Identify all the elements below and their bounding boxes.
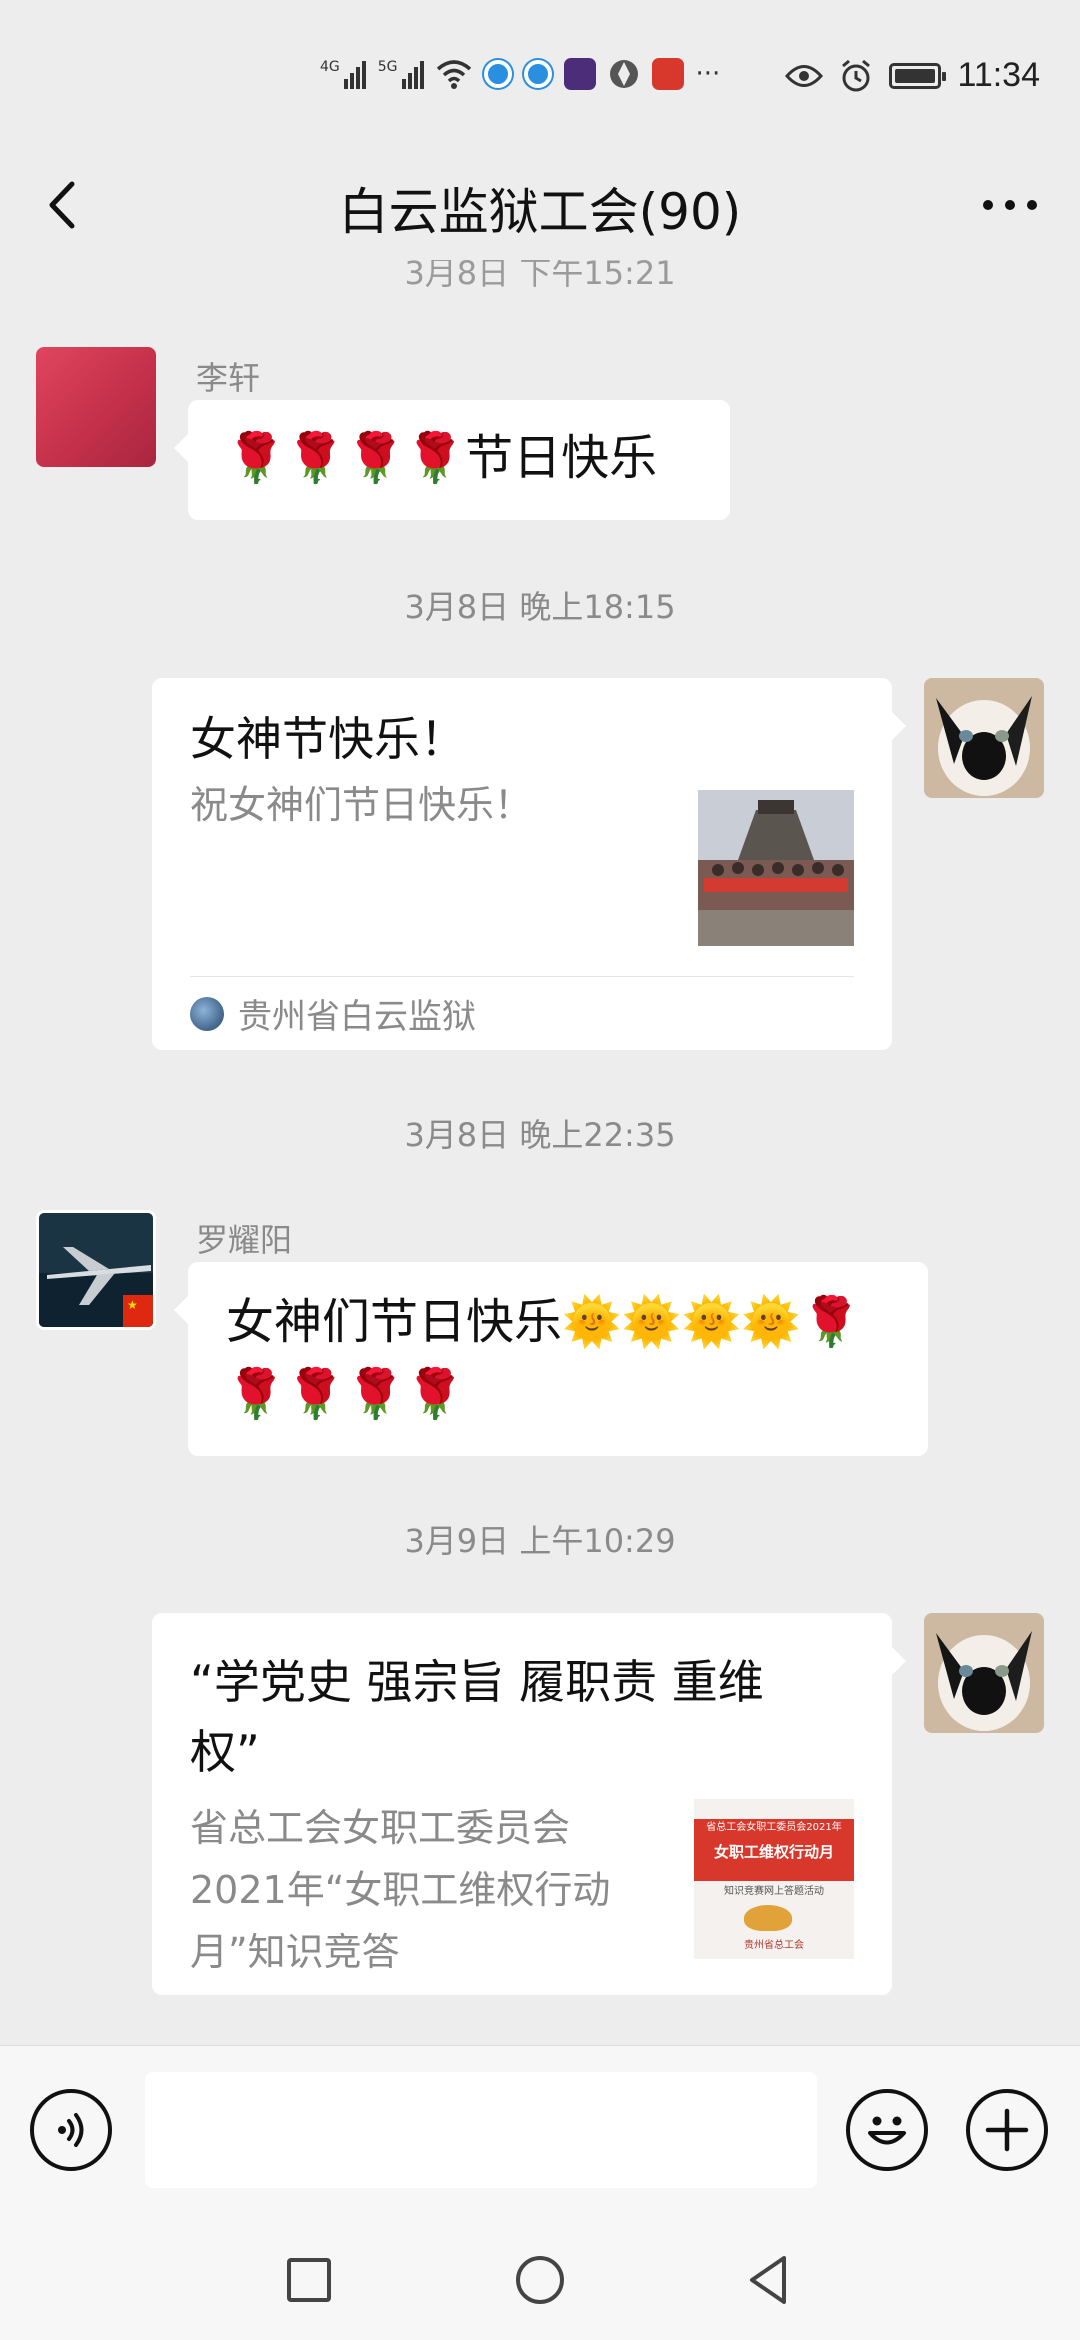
input-bar <box>0 2045 1080 2220</box>
chat-title: 白云监狱工会(90) <box>338 183 742 241</box>
avatar-li-xuan[interactable] <box>36 347 156 467</box>
airplane-avatar-image: ★ <box>39 1213 153 1327</box>
wifi-icon <box>436 60 471 89</box>
cat-avatar-image <box>924 1613 1044 1733</box>
link-card-bubble[interactable]: 女神节快乐！ 祝女神们节日快乐！ 贵州省白云监狱 <box>152 678 906 1050</box>
timestamp: 3月8日 晚上18:15 <box>404 588 676 626</box>
app-notification-icon <box>483 60 512 88</box>
avatar-self-cat[interactable] <box>924 678 1044 798</box>
more-notifications-icon: ··· <box>695 59 721 89</box>
signal-4g-icon: 4G <box>320 59 366 89</box>
status-bar: 4G 5G ··· 11:34 <box>0 0 1080 150</box>
status-time: 11:34 <box>957 56 1040 94</box>
cat-avatar-image <box>924 678 1044 798</box>
card-description: 省总工会女职工委员会2021年“女职工维权行动月”知识竞答 <box>190 1806 611 1974</box>
chat-area[interactable]: 3月8日 下午15:21 李轩 🌹🌹🌹🌹节日快乐 3月8日 晚上18:15 女神… <box>0 260 1080 2045</box>
sender-name: 李轩 <box>196 359 261 397</box>
signal-5g-icon: 5G <box>378 59 424 89</box>
nav-back-button[interactable] <box>740 2250 800 2310</box>
card-thumbnail: 省总工会女职工委员会2021年 女职工维权行动月 知识竞赛网上答题活动 贵州省总… <box>694 1799 854 1959</box>
more-dots-icon <box>983 200 993 210</box>
text-message-bubble[interactable]: 女神们节日快乐🌞🌞🌞🌞🌹 🌹🌹🌹🌹 <box>174 1262 928 1456</box>
title-bar: 白云监狱工会(90) <box>0 150 1080 260</box>
link-card-bubble[interactable]: “学党史 强宗旨 履职责 重维权” 省总工会女职工委员会2021年“女职工维权行… <box>152 1613 906 1995</box>
emoji-button[interactable] <box>846 2089 928 2171</box>
plus-button[interactable] <box>966 2089 1048 2171</box>
system-navigation-bar <box>0 2220 1080 2340</box>
group-photo-image <box>698 790 854 946</box>
thumbnail-sub-text: 知识竞赛网上答题活动 <box>724 1886 824 1897</box>
card-source: 贵州省白云监狱 <box>190 976 854 1050</box>
home-button[interactable] <box>510 2250 570 2310</box>
emblem-icon <box>744 1905 792 1931</box>
timestamp: 3月8日 晚上22:35 <box>404 1116 676 1154</box>
battery-icon <box>889 62 947 89</box>
plus-icon <box>985 2108 1029 2152</box>
signal-4g-label: 4G <box>320 59 340 75</box>
voice-button[interactable] <box>30 2089 112 2171</box>
text-message-bubble[interactable]: 🌹🌹🌹🌹节日快乐 <box>174 400 730 520</box>
news-app-icon <box>651 58 684 90</box>
message-input[interactable] <box>145 2072 817 2188</box>
signal-5g-label: 5G <box>377 59 398 75</box>
thumbnail-footer-text: 贵州省总工会 <box>744 1940 804 1951</box>
video-app-icon <box>563 58 596 90</box>
recents-button[interactable] <box>279 2250 339 2310</box>
timestamp: 3月9日 上午10:29 <box>404 1522 676 1560</box>
message-text-line1: 女神们节日快乐🌞🌞🌞🌞🌹 <box>226 1294 861 1350</box>
more-button[interactable] <box>970 170 1050 240</box>
avatar-self-cat[interactable] <box>924 1613 1044 1733</box>
svg-text:★: ★ <box>127 1298 138 1312</box>
source-logo-icon <box>190 996 224 1031</box>
thumbnail-top-text: 省总工会女职工委员会2021年 <box>706 1822 842 1833</box>
app-aperture-icon <box>609 60 638 88</box>
card-title: 女神节快乐！ <box>190 712 466 766</box>
triangle-back-icon <box>750 2256 786 2304</box>
square-icon <box>287 2258 331 2302</box>
eye-icon <box>785 64 824 87</box>
message-text: 🌹🌹🌹🌹节日快乐 <box>226 430 658 486</box>
card-title: “学党史 强宗旨 履职责 重维权” <box>190 1655 764 1779</box>
card-source-name: 贵州省白云监狱 <box>238 997 476 1037</box>
voice-icon <box>58 2113 84 2147</box>
emoji-icon <box>868 2116 906 2145</box>
timestamp-partial: 3月8日 下午15:21 <box>404 260 676 292</box>
thumbnail-main-text: 女职工维权行动月 <box>713 1843 834 1861</box>
alarm-icon <box>842 59 871 91</box>
avatar-luo-yaoyang[interactable]: ★ <box>36 1210 156 1330</box>
status-left-icons: 4G 5G ··· <box>320 58 720 90</box>
card-thumbnail <box>698 790 854 946</box>
circle-icon <box>516 2256 564 2304</box>
sender-name: 罗耀阳 <box>196 1221 293 1259</box>
message-text-line2: 🌹🌹🌹🌹 <box>226 1366 466 1422</box>
card-description: 祝女神们节日快乐！ <box>190 783 533 827</box>
status-right-icons: 11:34 <box>785 56 1040 95</box>
app-notification-icon <box>523 60 552 88</box>
